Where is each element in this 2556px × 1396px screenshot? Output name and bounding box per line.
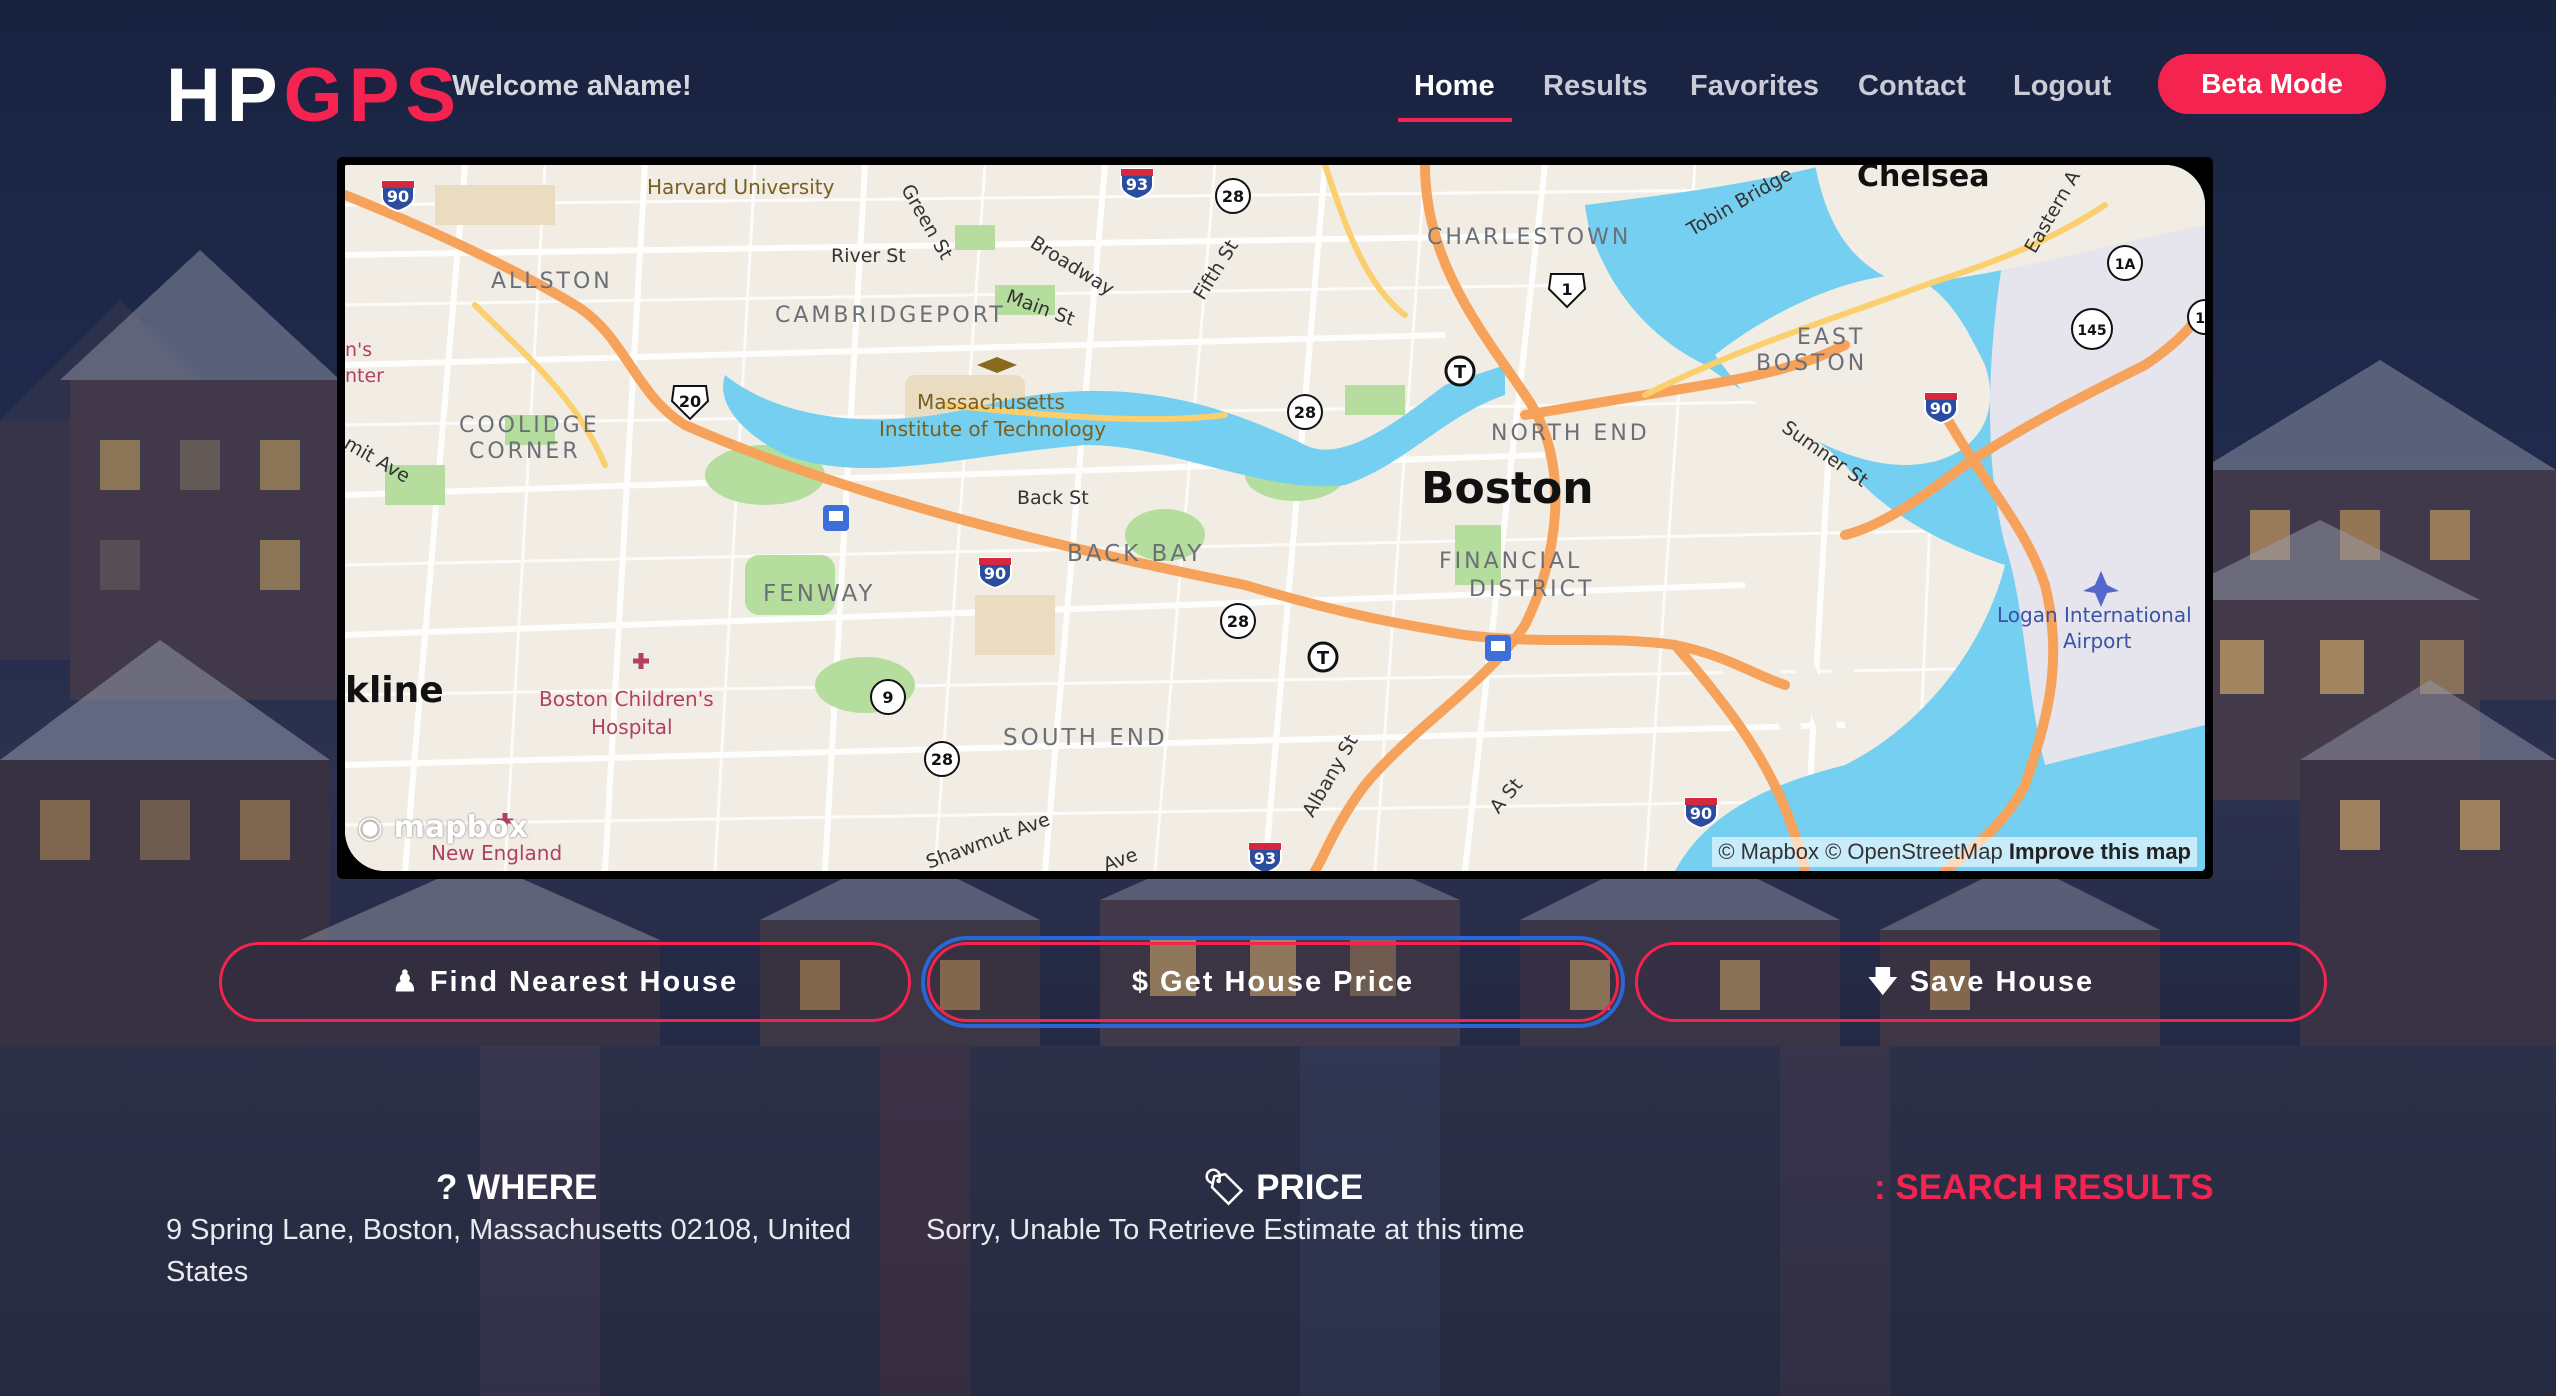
find-nearest-house-button[interactable]: ♟ Find Nearest House — [219, 942, 911, 1022]
svg-text:T: T — [1317, 648, 1330, 669]
mapbox-logo[interactable]: ◉ mapbox — [357, 810, 528, 845]
map-label-charlestown: CHARLESTOWN — [1427, 225, 1632, 250]
map-view[interactable]: 90 93 90 90 90 93 20 1 28 28 28 28 9 1A … — [345, 165, 2205, 871]
user-icon: ♟ — [391, 966, 420, 998]
map-city-brookline: kline — [345, 670, 444, 711]
question-icon: ? — [436, 1168, 468, 1207]
map-label-east-boston: BOSTON — [1756, 351, 1868, 376]
map-label-allston: ALLSTON — [491, 269, 613, 294]
shield-us1: 1 — [1561, 280, 1572, 299]
shield-i90-a: 90 — [387, 187, 409, 206]
attribution-mapbox[interactable]: © Mapbox — [1718, 839, 1819, 864]
map-attribution: © Mapbox © OpenStreetMap Improve this ma… — [1712, 837, 2197, 867]
map-city-boston: Boston — [1421, 463, 1594, 514]
shield-28-c: 28 — [1227, 612, 1249, 631]
improve-map-link[interactable]: Improve this map — [2009, 839, 2191, 864]
save-house-button[interactable]: 🡇 Save House — [1635, 942, 2327, 1022]
shield-i93-a: 93 — [1126, 175, 1148, 194]
shield-28-a: 28 — [1222, 187, 1244, 206]
beta-mode-button[interactable]: Beta Mode — [2158, 54, 2386, 114]
map-label-corner: CORNER — [469, 439, 581, 464]
svg-text:T: T — [1454, 362, 1467, 383]
poi-logan-line2: Airport — [2063, 629, 2132, 653]
poi-logan-line1: Logan International — [1997, 603, 2192, 627]
get-house-price-button[interactable]: $ Get House Price — [921, 936, 1625, 1028]
dollar-icon: $ — [1131, 966, 1151, 998]
shield-14: 14 — [2195, 311, 2205, 327]
where-heading: ? WHERE — [436, 1166, 597, 1210]
nav-results[interactable]: Results — [1543, 68, 1648, 104]
shield-28-d: 28 — [931, 750, 953, 769]
map-cut-label-nter: nter — [345, 365, 384, 387]
shield-28-b: 28 — [1294, 403, 1316, 422]
arrow-down-icon: 🡇 — [1867, 966, 1900, 998]
map-label-back-bay: BACK BAY — [1067, 541, 1205, 567]
nav-favorites[interactable]: Favorites — [1690, 68, 1819, 104]
nav-logout[interactable]: Logout — [2013, 68, 2111, 104]
map-label-cambridgeport: CAMBRIDGEPORT — [775, 303, 1006, 328]
attribution-osm[interactable]: © OpenStreetMap — [1825, 839, 2003, 864]
nav-home[interactable]: Home — [1414, 68, 1495, 104]
shield-us20: 20 — [679, 392, 701, 411]
nav-contact[interactable]: Contact — [1858, 68, 1966, 104]
map-city-chelsea: Chelsea — [1857, 165, 1990, 194]
mapbox-logo-icon: ◉ — [357, 810, 394, 845]
street-back-st: Back St — [1017, 487, 1089, 509]
shield-1a: 1A — [2115, 257, 2136, 273]
shield-i90-c: 90 — [1930, 399, 1952, 418]
shield-9: 9 — [882, 688, 893, 707]
map-label-financial: FINANCIAL — [1439, 549, 1583, 574]
map-label-north-end: NORTH END — [1491, 421, 1650, 446]
map-cut-label-ns: n's — [345, 339, 373, 361]
nav-active-indicator — [1398, 118, 1512, 122]
poi-mit-line2: Institute of Technology — [879, 417, 1107, 441]
map-label-south-end: SOUTH END — [1003, 725, 1168, 751]
map-label-coolidge: COOLIDGE — [459, 413, 600, 438]
shield-i93-b: 93 — [1254, 849, 1276, 868]
map-label-district: DISTRICT — [1469, 577, 1595, 602]
where-address: 9 Spring Lane, Boston, Massachusetts 021… — [166, 1214, 852, 1288]
price-message: Sorry, Unable To Retrieve Estimate at th… — [926, 1214, 1525, 1246]
map-label-east: EAST — [1797, 325, 1866, 350]
save-house-label: Save House — [1909, 966, 2095, 998]
poi-childrens-line2: Hospital — [591, 715, 673, 739]
map-canvas[interactable]: 90 93 90 90 90 93 20 1 28 28 28 28 9 1A … — [345, 165, 2205, 871]
where-title: WHERE — [467, 1168, 598, 1207]
street-river-st: River St — [831, 245, 906, 267]
price-heading: 🏷 PRICE — [1202, 1166, 1363, 1210]
mapbox-logo-text: mapbox — [393, 810, 529, 845]
get-house-price-label: Get House Price — [1160, 966, 1415, 998]
search-results-heading: : SEARCH RESULTS — [1874, 1168, 2214, 1207]
poi-mit-line1: Massachusetts — [917, 390, 1065, 414]
poi-childrens-line1: Boston Children's — [539, 687, 714, 711]
shield-i90-d: 90 — [1690, 804, 1712, 823]
map-label-fenway: FENWAY — [763, 581, 876, 607]
shield-i90-b: 90 — [984, 564, 1006, 583]
shield-145: 145 — [2077, 323, 2106, 339]
price-title: PRICE — [1256, 1168, 1364, 1207]
find-nearest-house-label: Find Nearest House — [429, 966, 739, 998]
tag-icon: 🏷 — [1202, 1168, 1257, 1207]
poi-harvard: Harvard University — [647, 175, 835, 199]
